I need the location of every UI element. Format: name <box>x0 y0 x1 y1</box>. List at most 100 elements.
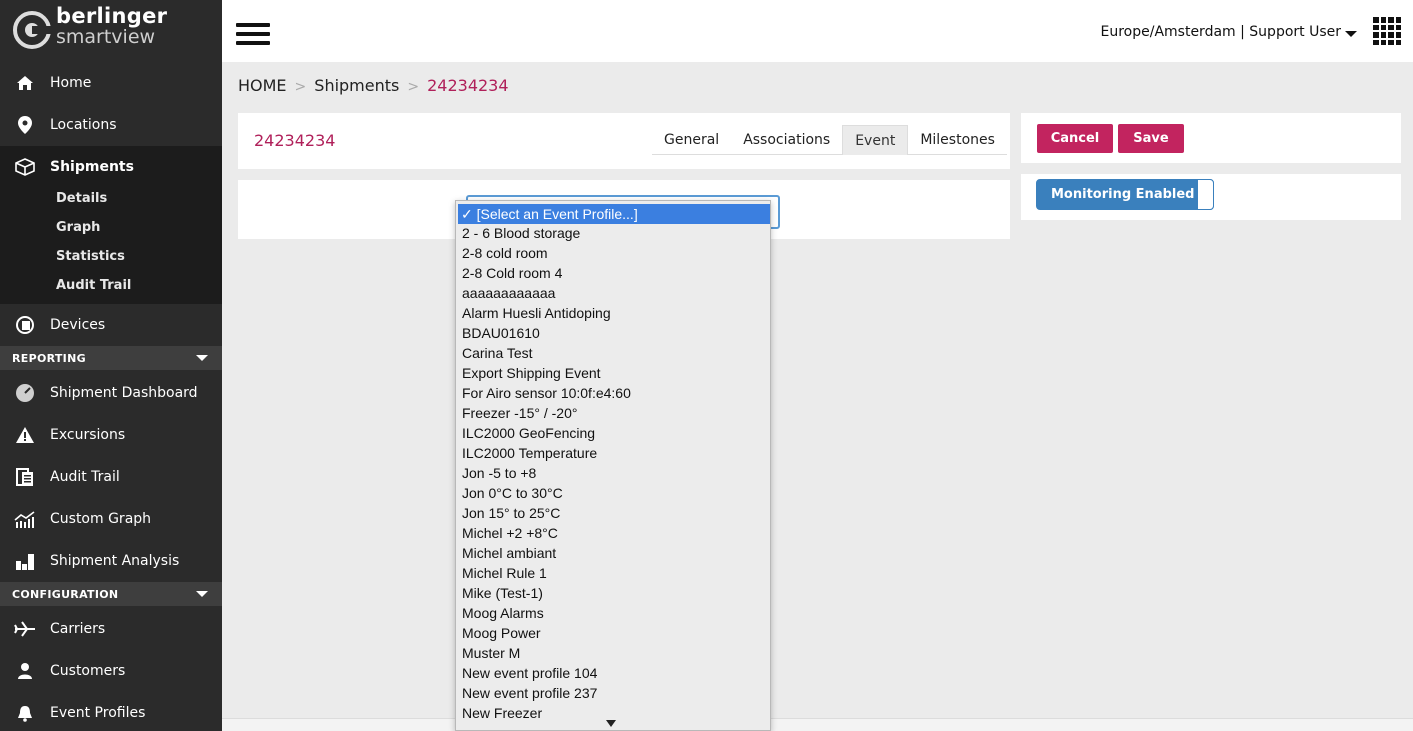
sidebar-item-label: Shipments <box>50 159 134 175</box>
bar-chart-icon <box>14 552 36 570</box>
chevron-down-icon[interactable] <box>1345 31 1357 37</box>
dropdown-option[interactable]: Jon 0°C to 30°C <box>456 483 770 503</box>
user-menu[interactable]: Europe/Amsterdam | Support User <box>1101 24 1342 40</box>
dropdown-option[interactable]: New event profile 237 <box>456 683 770 703</box>
breadcrumb-separator-icon: > <box>407 79 420 95</box>
section-label: CONFIGURATION <box>12 587 119 601</box>
section-reporting[interactable]: REPORTING <box>0 346 222 370</box>
dropdown-option[interactable]: Muster M <box>456 643 770 663</box>
sidebar-item-label: Shipment Analysis <box>50 553 180 569</box>
sidebar-item-home[interactable]: Home <box>0 62 222 104</box>
tab-milestones[interactable]: Milestones <box>908 125 1007 155</box>
sidebar-item-carriers[interactable]: Carriers <box>0 608 222 650</box>
toggle-knob[interactable] <box>1197 179 1214 210</box>
sidebar-item-label: Shipment Dashboard <box>50 385 198 401</box>
dropdown-option[interactable]: Michel +2 +8°C <box>456 523 770 543</box>
sidebar-item-shipment-analysis[interactable]: Shipment Analysis <box>0 540 222 582</box>
monitoring-toggle[interactable]: Monitoring Enabled <box>1036 179 1214 210</box>
brand-logo[interactable]: berlinger smartview <box>0 0 222 62</box>
map-pin-icon <box>14 116 36 134</box>
tab-event[interactable]: Event <box>842 125 909 155</box>
top-bar: Europe/Amsterdam | Support User <box>222 0 1413 62</box>
dropdown-option[interactable]: BDAU01610 <box>456 323 770 343</box>
chevron-down-icon <box>196 355 208 361</box>
submenu-item-details[interactable]: Details <box>56 191 107 206</box>
submenu-item-statistics[interactable]: Statistics <box>56 249 125 264</box>
warning-icon <box>14 426 36 444</box>
dropdown-option[interactable]: Michel ambiant <box>456 543 770 563</box>
breadcrumb-home[interactable]: HOME <box>238 76 287 95</box>
tab-general[interactable]: General <box>652 125 731 155</box>
sidebar-item-label: Locations <box>50 117 117 133</box>
dropdown-option[interactable]: Mike (Test-1) <box>456 583 770 603</box>
submenu-item-graph[interactable]: Graph <box>56 220 100 235</box>
bell-icon <box>14 704 36 722</box>
dropdown-option[interactable]: Carina Test <box>456 343 770 363</box>
breadcrumb-shipments[interactable]: Shipments <box>314 76 399 95</box>
footer-strip <box>222 718 1413 731</box>
submenu-item-audit-trail[interactable]: Audit Trail <box>56 278 131 293</box>
plane-icon <box>14 621 36 637</box>
sidebar-item-label: Excursions <box>50 427 126 443</box>
breadcrumb-current: 24234234 <box>427 76 509 95</box>
shipments-submenu: Details Graph Statistics Audit Trail <box>0 188 222 304</box>
scroll-down-icon[interactable] <box>606 720 616 727</box>
sidebar-item-event-profiles[interactable]: Event Profiles <box>0 692 222 731</box>
hamburger-menu-icon[interactable] <box>236 23 270 45</box>
app-grid-icon[interactable] <box>1373 17 1401 45</box>
graph-icon <box>14 510 36 528</box>
sidebar-item-excursions[interactable]: Excursions <box>0 414 222 456</box>
section-configuration[interactable]: CONFIGURATION <box>0 582 222 606</box>
sidebar-item-label: Custom Graph <box>50 511 152 527</box>
device-icon <box>14 315 36 335</box>
breadcrumb: HOME > Shipments >24234234 <box>238 76 509 95</box>
breadcrumb-separator-icon: > <box>294 79 307 95</box>
save-button[interactable]: Save <box>1118 124 1184 153</box>
sidebar-item-label: Carriers <box>50 621 106 637</box>
clipboard-icon <box>14 467 36 487</box>
dropdown-option[interactable]: For Airo sensor 10:0f:e4:60 <box>456 383 770 403</box>
sidebar-item-label: Audit Trail <box>50 469 120 485</box>
dropdown-option[interactable]: Export Shipping Event <box>456 363 770 383</box>
user-icon <box>14 662 36 680</box>
dropdown-option[interactable]: Moog Alarms <box>456 603 770 623</box>
dropdown-option[interactable]: Alarm Huesli Antidoping <box>456 303 770 323</box>
dropdown-option[interactable]: Michel Rule 1 <box>456 563 770 583</box>
sidebar-item-custom-graph[interactable]: Custom Graph <box>0 498 222 540</box>
brand-name: berlinger <box>56 4 168 28</box>
sidebar: berlinger smartview Home Locations Shipm… <box>0 0 222 731</box>
dropdown-option[interactable]: ILC2000 GeoFencing <box>456 423 770 443</box>
sidebar-item-label: Customers <box>50 663 126 679</box>
dropdown-option[interactable]: ILC2000 Temperature <box>456 443 770 463</box>
dropdown-option[interactable]: Freezer -15° / -20° <box>456 403 770 423</box>
dropdown-option[interactable]: 2-8 Cold room 4 <box>456 263 770 283</box>
dropdown-option[interactable]: 2 - 6 Blood storage <box>456 223 770 243</box>
shipment-id: 24234234 <box>254 131 336 150</box>
brand-product: smartview <box>56 26 156 48</box>
home-icon <box>14 75 36 91</box>
section-label: REPORTING <box>12 351 86 365</box>
dropdown-option[interactable]: New event profile 104 <box>456 663 770 683</box>
dropdown-option[interactable]: Moog Power <box>456 623 770 643</box>
dropdown-option-selected[interactable]: ✓ [Select an Event Profile...] <box>458 204 770 224</box>
sidebar-item-devices[interactable]: Devices <box>0 304 222 346</box>
dropdown-option[interactable]: aaaaaaaaaaaa <box>456 283 770 303</box>
action-panel: Cancel Save <box>1021 113 1401 163</box>
tab-associations[interactable]: Associations <box>731 125 842 155</box>
sidebar-item-audit-trail[interactable]: Audit Trail <box>0 456 222 498</box>
dashboard-icon <box>14 383 36 403</box>
dropdown-option[interactable]: Jon 15° to 25°C <box>456 503 770 523</box>
sidebar-item-label: Event Profiles <box>50 705 146 721</box>
sidebar-item-shipments[interactable]: Shipments <box>0 146 222 188</box>
shipment-header-panel: 24234234 General Associations Event Mile… <box>238 113 1010 169</box>
sidebar-item-label: Devices <box>50 317 106 333</box>
event-profile-dropdown-list[interactable]: ✓ [Select an Event Profile...] 2 - 6 Blo… <box>455 200 771 731</box>
dropdown-option[interactable]: Jon -5 to +8 <box>456 463 770 483</box>
cancel-button[interactable]: Cancel <box>1037 124 1113 153</box>
dropdown-option[interactable]: 2-8 cold room <box>456 243 770 263</box>
sidebar-item-label: Home <box>50 75 92 91</box>
sidebar-item-locations[interactable]: Locations <box>0 104 222 146</box>
sidebar-item-customers[interactable]: Customers <box>0 650 222 692</box>
shipment-tabs: General Associations Event Milestones <box>652 125 1007 155</box>
sidebar-item-shipment-dashboard[interactable]: Shipment Dashboard <box>0 372 222 414</box>
